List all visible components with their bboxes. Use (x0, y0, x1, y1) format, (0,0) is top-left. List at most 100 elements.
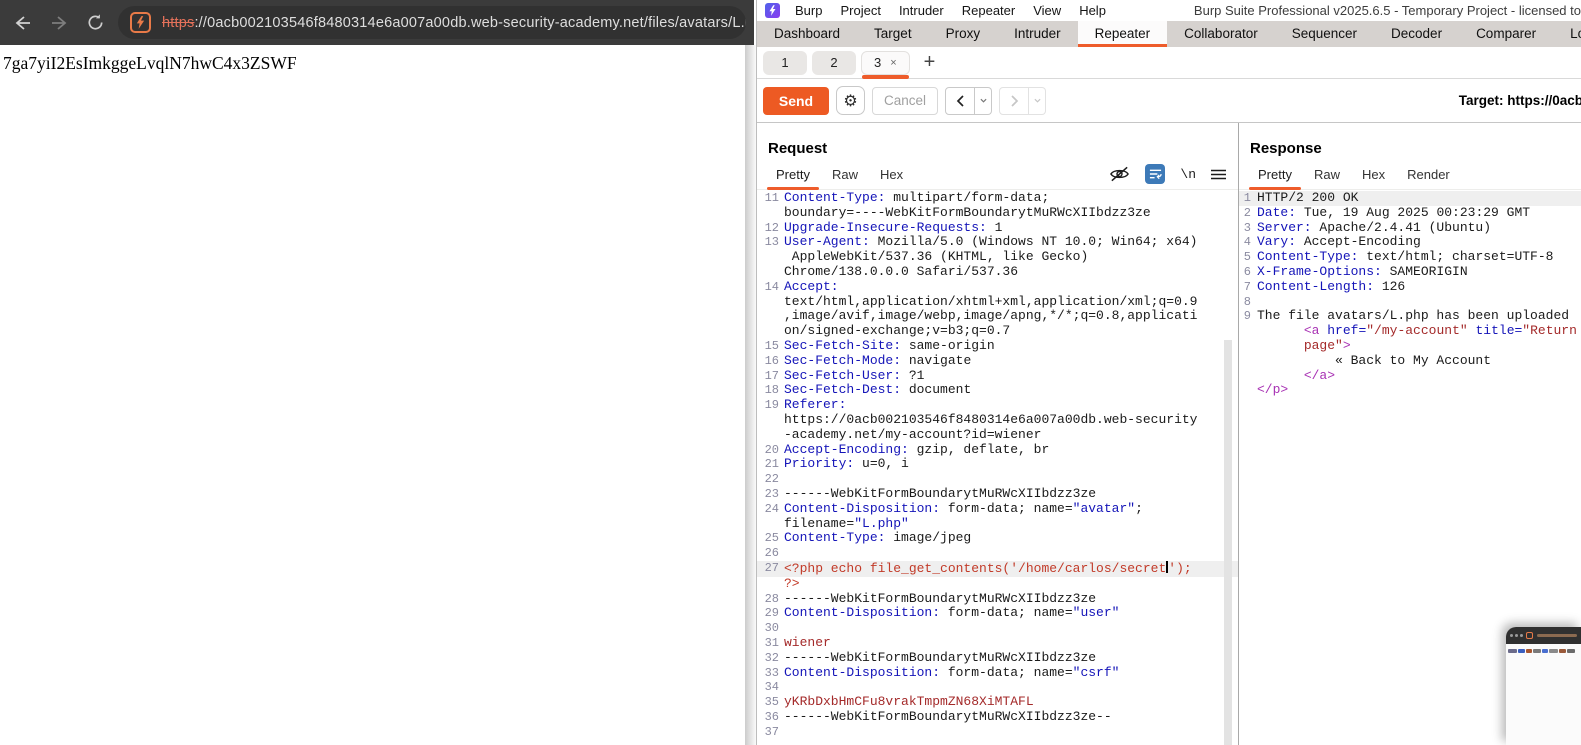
response-line-text: </a> (1303, 367, 1336, 383)
response-tab-hex[interactable]: Hex (1351, 167, 1396, 189)
line-number: 11 (764, 191, 779, 205)
line-number: 18 (764, 383, 779, 398)
response-line: 5 Content-Type: text/html; charset=UTF-8 (1239, 249, 1581, 265)
repeater-tab-2[interactable]: 2 (812, 50, 856, 75)
tab-decoder[interactable]: Decoder (1374, 21, 1459, 47)
request-line-text: text/html,application/xhtml+xml,applicat… (784, 293, 1198, 309)
line-number: 34 (764, 680, 779, 695)
cancel-button[interactable]: Cancel (872, 86, 938, 115)
request-editor[interactable]: 11 Content-Type: multipart/form-data; boun… (757, 190, 1238, 745)
editor-menu-icon[interactable] (1211, 169, 1226, 180)
menu-repeater[interactable]: Repeater (953, 3, 1024, 18)
browser-window: https://0acb002103546f8480314e6a007a00db… (0, 0, 754, 745)
request-line: 34 (757, 680, 1238, 695)
send-settings-button[interactable]: ⚙ (836, 86, 865, 115)
request-line: 16 Sec-Fetch-Mode: navigate (757, 352, 1238, 369)
request-line: 33 Content-Disposition: form-data; name="… (757, 665, 1238, 681)
request-line: AppleWebKit/537.36 (KHTML, like Gecko) (757, 249, 1238, 265)
window-edge-shadow (745, 45, 756, 745)
burp-logo-icon (765, 3, 780, 18)
tab-sequencer[interactable]: Sequencer (1275, 21, 1374, 47)
request-line-text (784, 621, 1238, 636)
menu-burp[interactable]: Burp (786, 3, 831, 18)
request-tab-hex[interactable]: Hex (869, 167, 914, 189)
response-tab-render[interactable]: Render (1396, 167, 1461, 189)
repeater-tab-bar: 1 2 3 × + (757, 47, 1581, 79)
response-line-text: Server: Apache/2.4.41 (Ubuntu) (1257, 219, 1492, 235)
line-number: 9 (1243, 309, 1251, 324)
tab-intruder[interactable]: Intruder (997, 21, 1078, 47)
show-newlines-icon[interactable]: \n (1180, 167, 1196, 182)
request-line-text (784, 680, 1238, 695)
response-line: « Back to My Account (1239, 353, 1581, 369)
request-line-text: AppleWebKit/537.36 (KHTML, like Gecko) (784, 249, 1089, 265)
url-bar[interactable]: https://0acb002103546f8480314e6a007a00db… (118, 6, 746, 39)
request-tab-raw[interactable]: Raw (821, 167, 869, 189)
request-line: text/html,application/xhtml+xml,applicat… (757, 293, 1238, 310)
line-number: 15 (764, 338, 779, 353)
hide-icon[interactable] (1109, 166, 1130, 182)
repeater-tab-label: 2 (830, 55, 838, 70)
request-line-text: filename="L.php" (784, 515, 909, 531)
burp-window: Burp Project Intruder Repeater View Help Burp… (756, 0, 1581, 745)
response-line-text (1257, 295, 1581, 310)
request-scrollbar[interactable] (1224, 340, 1232, 745)
request-line: 32 ------WebKitFormBoundarytMuRWcXIIbdzz3… (757, 650, 1238, 666)
line-number (757, 517, 779, 532)
request-line-text: Sec-Fetch-Mode: navigate (784, 352, 972, 368)
history-forward-dropdown[interactable] (1029, 86, 1046, 115)
send-button[interactable]: Send (763, 86, 829, 115)
repeater-tab-1[interactable]: 1 (763, 50, 807, 75)
repeater-tab-3[interactable]: 3 × (861, 50, 910, 79)
word-wrap-icon[interactable] (1145, 164, 1166, 184)
request-line: 31 wiener (757, 635, 1238, 651)
request-line-text: Content-Type: multipart/form-data; (784, 190, 1050, 205)
back-icon[interactable] (10, 10, 36, 36)
response-tab-raw[interactable]: Raw (1303, 167, 1351, 189)
line-number: 35 (764, 695, 779, 710)
response-tab-pretty[interactable]: Pretty (1247, 167, 1303, 190)
menu-help[interactable]: Help (1070, 3, 1115, 18)
browser-toolbar: https://0acb002103546f8480314e6a007a00db… (0, 0, 754, 45)
history-back-button[interactable] (945, 86, 975, 115)
line-number: 32 (764, 650, 779, 665)
browser-thumbnail-preview[interactable] (1506, 627, 1581, 745)
request-line: boundary=----WebKitFormBoundarytMuRWcXII… (757, 205, 1238, 221)
editor-panels: Request Pretty Raw Hex \n 11 Content-Type: (757, 123, 1581, 745)
tab-collaborator[interactable]: Collaborator (1167, 21, 1275, 47)
line-number (1239, 354, 1251, 369)
line-number: 5 (1243, 250, 1251, 265)
line-number: 28 (764, 591, 779, 606)
menu-intruder[interactable]: Intruder (890, 3, 953, 18)
request-tab-group: Pretty Raw Hex (765, 167, 914, 190)
menu-project[interactable]: Project (831, 3, 889, 18)
main-tab-bar: Dashboard Target Proxy Intruder Repeater Coll… (757, 21, 1581, 47)
history-back-dropdown[interactable] (975, 86, 992, 115)
history-forward-button[interactable] (999, 86, 1029, 115)
line-number (757, 206, 779, 221)
request-line-text: ------WebKitFormBoundarytMuRWcXIIbdzz3ze (784, 590, 1097, 606)
forward-icon[interactable] (46, 10, 72, 36)
tab-target[interactable]: Target (857, 21, 929, 47)
menu-view[interactable]: View (1024, 3, 1070, 18)
burp-extension-icon[interactable] (130, 12, 151, 33)
request-line-text: Sec-Fetch-User: ?1 (784, 367, 925, 383)
request-line: 26 (757, 546, 1238, 561)
tab-proxy[interactable]: Proxy (929, 21, 998, 47)
close-tab-icon[interactable]: × (890, 57, 896, 69)
request-line: 17 Sec-Fetch-User: ?1 (757, 367, 1238, 384)
request-line: 37 (757, 725, 1238, 740)
line-number: 17 (764, 368, 779, 383)
history-back-group (945, 86, 992, 115)
request-tab-pretty[interactable]: Pretty (765, 167, 821, 190)
tab-repeater[interactable]: Repeater (1077, 21, 1168, 47)
response-line-text: page"> (1303, 337, 1351, 353)
tab-comparer[interactable]: Comparer (1459, 21, 1553, 47)
request-line: https://0acb002103546f8480314e6a007a00db… (757, 412, 1238, 428)
reload-icon[interactable] (82, 10, 108, 36)
request-line-text (784, 546, 1238, 561)
new-tab-button[interactable]: + (915, 51, 945, 74)
request-line-text: Priority: u=0, i (784, 456, 909, 472)
tab-logger[interactable]: Logger (1553, 21, 1581, 47)
tab-dashboard[interactable]: Dashboard (757, 21, 857, 47)
